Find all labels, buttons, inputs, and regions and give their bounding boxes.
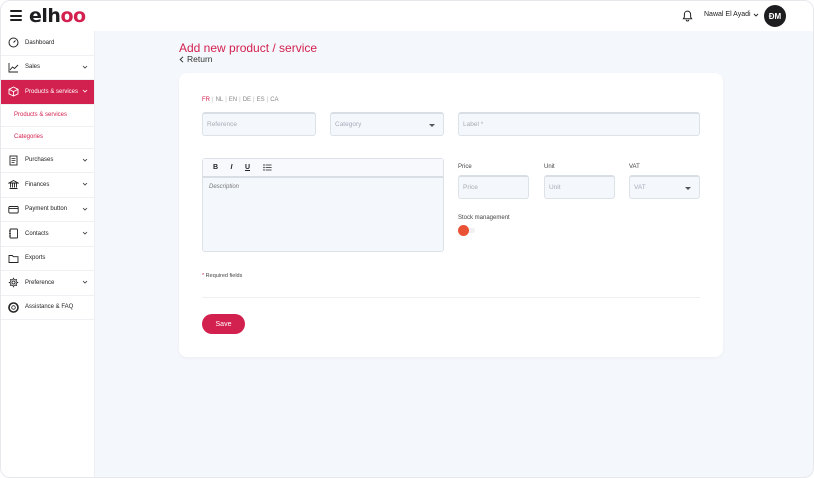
lang-tab-ca[interactable]: CA: [270, 97, 278, 103]
sidebar-item-label: Assistance & FAQ: [25, 304, 74, 311]
chevron-down-icon: [82, 65, 88, 69]
sidebar-subitem-categories[interactable]: Categories: [1, 127, 94, 149]
chevron-down-icon: [82, 280, 88, 284]
sidebar-item-label: Preference: [25, 279, 55, 286]
chevron-down-icon: [82, 158, 88, 162]
save-button[interactable]: Save: [202, 314, 245, 334]
language-tabs: FR | NL | EN | DE | ES | CA: [202, 97, 279, 103]
price-label: Price: [458, 164, 472, 170]
caret-down-icon: [429, 124, 435, 127]
app-window: elhoo Nawal El Ayadi ÐM Dashboard Sales …: [0, 0, 814, 478]
unit-field: [544, 175, 615, 199]
chart-line-icon: [8, 62, 19, 73]
menu-icon[interactable]: [10, 10, 22, 21]
italic-button[interactable]: I: [227, 164, 236, 171]
sidebar-item-payment-button[interactable]: Payment button: [1, 198, 94, 222]
category-select[interactable]: Category: [330, 112, 444, 136]
sidebar-item-finances[interactable]: Finances: [1, 173, 94, 198]
unit-input[interactable]: [549, 184, 614, 191]
lang-tab-nl[interactable]: NL: [216, 97, 224, 103]
page-title: Add new product / service: [179, 41, 318, 55]
avatar[interactable]: ÐM: [764, 5, 786, 27]
product-form-card: FR| NL| EN| DE| ES| CA Category B I U De…: [179, 73, 723, 357]
sidebar-item-purchases[interactable]: Purchases: [1, 149, 94, 173]
sidebar-item-label: Sales: [25, 64, 41, 71]
required-fields-note: * Required fields: [202, 273, 243, 279]
chevron-down-icon: [753, 13, 758, 17]
folder-icon: [8, 253, 19, 264]
box-icon: [8, 86, 19, 97]
receipt-icon: [8, 155, 19, 166]
sidebar-item-label: Contacts: [25, 230, 49, 237]
caret-down-icon: [685, 187, 691, 190]
sidebar-item-label: Products & services: [25, 88, 79, 95]
vat-label: VAT: [629, 164, 640, 170]
description-editor: B I U Description: [202, 158, 444, 252]
sidebar-subitem-products[interactable]: Products & services: [1, 105, 94, 127]
toggle-knob: [458, 225, 469, 236]
top-bar: elhoo Nawal El Ayadi ÐM: [1, 1, 813, 31]
sidebar-item-products[interactable]: Products & services: [1, 80, 94, 105]
underline-button[interactable]: U: [243, 164, 252, 171]
price-input[interactable]: [463, 184, 528, 191]
stock-management-toggle[interactable]: [458, 225, 476, 236]
sidebar-item-dashboard[interactable]: Dashboard: [1, 31, 94, 56]
chevron-down-icon: [82, 231, 88, 235]
lang-tab-fr[interactable]: FR: [202, 97, 210, 103]
sidebar-item-label: Dashboard: [25, 39, 55, 46]
label-input[interactable]: [463, 121, 699, 128]
chevron-left-icon: [179, 55, 184, 63]
sidebar-item-label: Payment button: [25, 206, 68, 213]
lang-tab-es[interactable]: ES: [257, 97, 265, 103]
gear-icon: [8, 277, 19, 288]
card-icon: [8, 204, 19, 215]
user-name: Nawal El Ayadi: [704, 11, 751, 18]
label-field: [458, 112, 700, 136]
reference-field: [202, 112, 316, 136]
sidebar-item-assistance[interactable]: Assistance & FAQ: [1, 296, 94, 320]
sidebar: Dashboard Sales Products & services Prod…: [1, 31, 95, 477]
user-menu[interactable]: Nawal El Ayadi: [704, 11, 759, 18]
sidebar-item-label: Purchases: [25, 157, 54, 164]
vat-value: VAT: [634, 184, 646, 191]
contacts-icon: [8, 228, 19, 239]
vat-select[interactable]: VAT: [629, 175, 700, 199]
category-value: Category: [335, 121, 362, 128]
dashboard-icon: [8, 37, 19, 48]
list-icon[interactable]: [263, 164, 272, 171]
chevron-down-icon: [82, 207, 88, 211]
sidebar-item-contacts[interactable]: Contacts: [1, 222, 94, 247]
chevron-down-icon: [82, 182, 88, 186]
lifebuoy-icon: [8, 301, 19, 313]
sidebar-item-preference[interactable]: Preference: [1, 271, 94, 296]
sidebar-item-exports[interactable]: Exports: [1, 247, 94, 271]
return-link[interactable]: Return: [179, 54, 213, 64]
lang-tab-en[interactable]: EN: [229, 97, 237, 103]
description-input[interactable]: Description: [203, 178, 443, 196]
stock-management-label: Stock management: [458, 215, 510, 221]
price-field: [458, 175, 529, 199]
bell-icon[interactable]: [682, 10, 693, 22]
reference-input[interactable]: [207, 121, 315, 128]
unit-label: Unit: [544, 164, 555, 170]
bold-button[interactable]: B: [211, 164, 220, 171]
divider: [202, 297, 700, 298]
sidebar-item-label: Finances: [25, 181, 50, 188]
sidebar-item-label: Exports: [25, 255, 46, 262]
editor-toolbar: B I U: [203, 159, 443, 178]
lang-tab-de[interactable]: DE: [243, 97, 251, 103]
sidebar-item-sales[interactable]: Sales: [1, 56, 94, 80]
chevron-down-icon: [82, 89, 88, 93]
logo[interactable]: elhoo: [29, 5, 86, 27]
bank-icon: [8, 179, 19, 190]
return-label: Return: [187, 54, 213, 64]
